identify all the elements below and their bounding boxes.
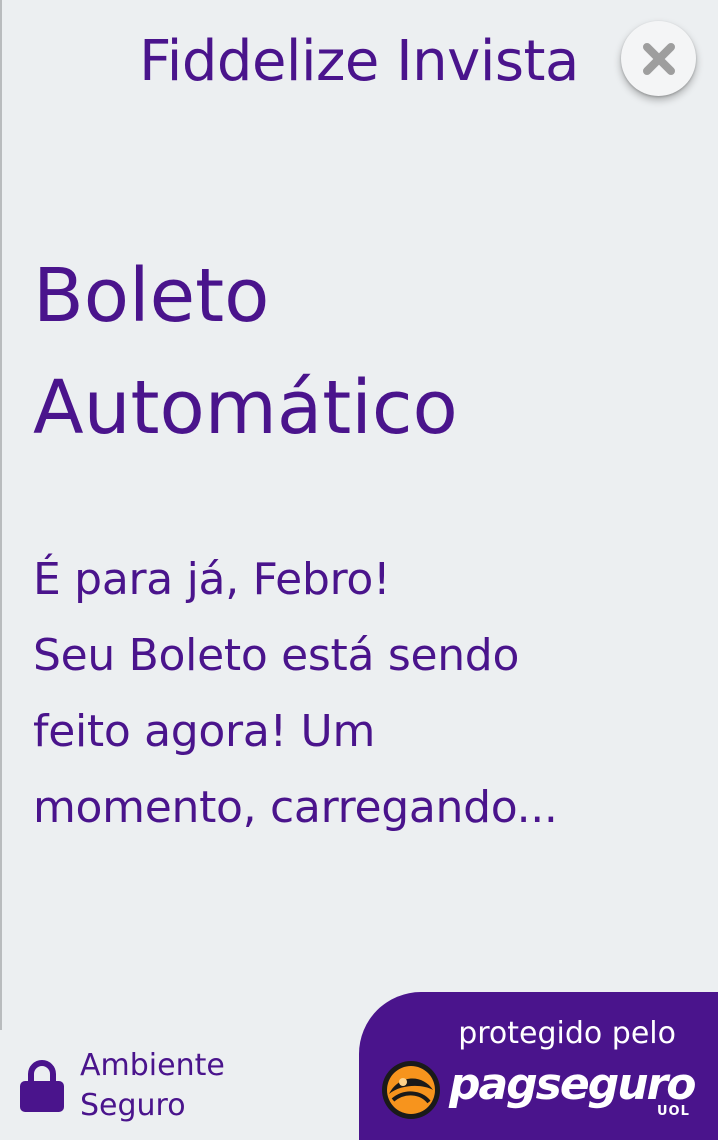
secure-label-line-1: Ambiente bbox=[80, 1048, 225, 1083]
pagseguro-emblem-icon bbox=[382, 1061, 440, 1119]
secure-label: Ambiente Seguro bbox=[80, 1046, 225, 1126]
pagseguro-wordmark: pagseguro bbox=[449, 1059, 696, 1110]
message-line: momento, carregando... bbox=[33, 782, 558, 833]
pagseguro-badge: protegido pelo pagseguro UOL bbox=[359, 992, 718, 1140]
pagseguro-logo: pagseguro UOL bbox=[379, 1060, 709, 1124]
secure-environment: Ambiente Seguro bbox=[20, 1046, 225, 1126]
close-button[interactable] bbox=[621, 21, 696, 96]
close-icon bbox=[642, 42, 675, 75]
uol-wordmark: UOL bbox=[657, 1104, 690, 1119]
left-border bbox=[0, 0, 2, 1030]
message-line: Seu Boleto está sendo bbox=[33, 630, 520, 681]
heading-line-1: Boleto bbox=[33, 253, 270, 339]
page-heading: Boleto Automático bbox=[33, 240, 683, 464]
lock-icon bbox=[20, 1060, 64, 1112]
message-line: feito agora! Um bbox=[33, 706, 376, 757]
heading-line-2: Automático bbox=[33, 365, 458, 451]
secure-label-line-2: Seguro bbox=[80, 1088, 186, 1123]
message-line: É para já, Febro! bbox=[33, 554, 391, 605]
loading-message: É para já, Febro! Seu Boleto está sendo … bbox=[33, 542, 693, 846]
badge-caption: protegido pelo bbox=[458, 1016, 676, 1051]
app-title: Fiddelize Invista bbox=[139, 29, 579, 94]
